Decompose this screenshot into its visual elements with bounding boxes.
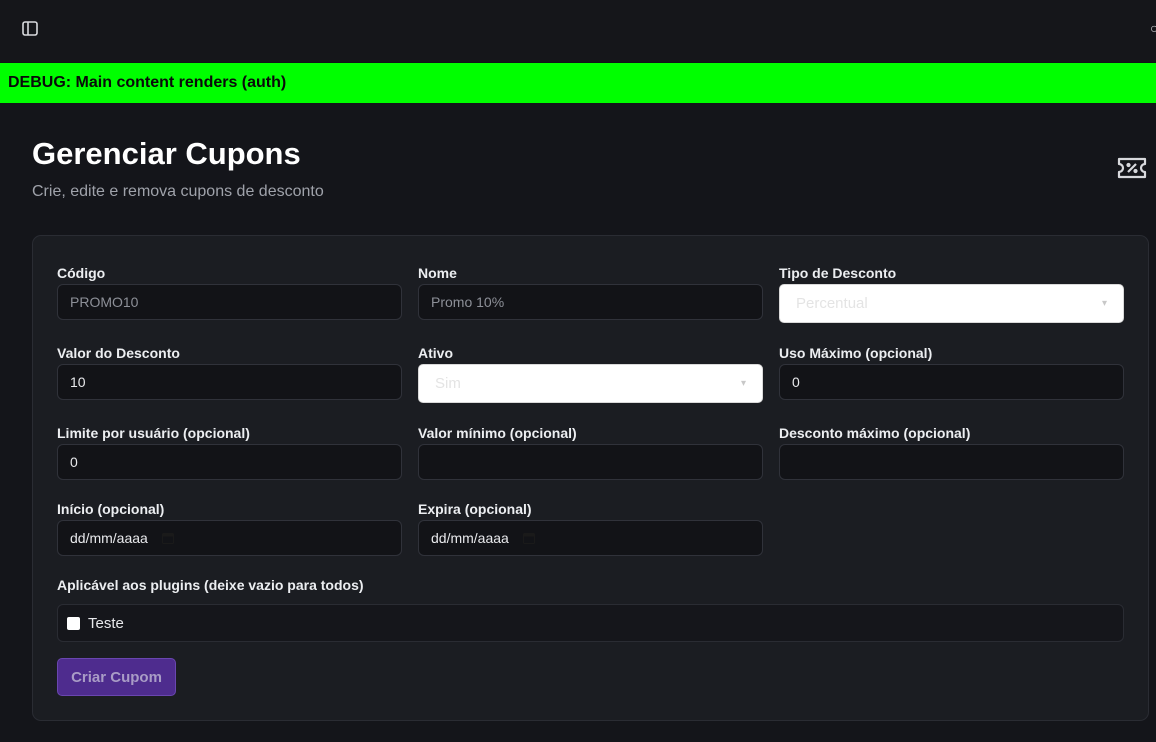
expira-date-input[interactable]: dd/mm/aaaa <box>418 520 763 556</box>
ativo-label: Ativo <box>418 345 453 361</box>
plugins-label: Aplicável aos plugins (deixe vazio para … <box>57 577 364 593</box>
desconto-maximo-input[interactable] <box>779 444 1124 480</box>
tipo-desconto-select[interactable]: Percentual ▾ <box>779 284 1124 323</box>
ticket-icon <box>1116 155 1150 183</box>
expira-placeholder: dd/mm/aaaa <box>431 530 509 546</box>
nome-label: Nome <box>418 265 457 281</box>
nome-input[interactable]: Promo 10% <box>418 284 763 320</box>
tipo-desconto-value: Percentual <box>796 295 868 312</box>
calendar-icon[interactable] <box>522 532 535 544</box>
top-bar: ○ <box>0 0 1156 62</box>
inicio-placeholder: dd/mm/aaaa <box>70 530 148 546</box>
uso-maximo-input[interactable]: 0 <box>779 364 1124 400</box>
coupon-form-card: Código PROMO10 Nome Promo 10% Tipo de De… <box>32 235 1149 721</box>
valor-desconto-input[interactable]: 10 <box>57 364 402 400</box>
inicio-date-input[interactable]: dd/mm/aaaa <box>57 520 402 556</box>
limite-usuario-label: Limite por usuário (opcional) <box>57 425 250 441</box>
create-coupon-button[interactable]: Criar Cupom <box>57 658 176 696</box>
plugins-list: Teste <box>57 604 1124 642</box>
page-subtitle: Crie, edite e remova cupons de desconto <box>32 183 324 200</box>
sidebar-toggle-icon[interactable] <box>18 17 42 39</box>
valor-desconto-label: Valor do Desconto <box>57 345 180 361</box>
valor-minimo-input[interactable] <box>418 444 763 480</box>
codigo-label: Código <box>57 265 106 281</box>
plugin-label[interactable]: Teste <box>88 615 124 632</box>
limite-usuario-input[interactable]: 0 <box>57 444 402 480</box>
tipo-desconto-label: Tipo de Desconto <box>779 265 897 281</box>
codigo-input[interactable]: PROMO10 <box>57 284 402 320</box>
page-title: Gerenciar Cupons <box>32 136 301 171</box>
plugin-checkbox[interactable] <box>67 616 80 630</box>
chevron-down-icon: ▾ <box>1101 298 1107 309</box>
inicio-label: Início (opcional) <box>57 501 165 517</box>
debug-banner: DEBUG: Main content renders (auth) <box>0 63 1156 103</box>
valor-minimo-label: Valor mínimo (opcional) <box>418 425 577 441</box>
main-content: Gerenciar Cupons Crie, edite e remova cu… <box>0 103 1156 742</box>
ativo-select[interactable]: Sim ▾ <box>418 364 763 403</box>
desconto-maximo-label: Desconto máximo (opcional) <box>779 425 971 441</box>
ativo-value: Sim <box>435 375 461 392</box>
calendar-icon[interactable] <box>161 532 174 544</box>
partial-icon: ○ <box>1150 20 1156 36</box>
expira-label: Expira (opcional) <box>418 501 532 517</box>
uso-maximo-label: Uso Máximo (opcional) <box>779 345 933 361</box>
chevron-down-icon: ▾ <box>740 378 746 389</box>
